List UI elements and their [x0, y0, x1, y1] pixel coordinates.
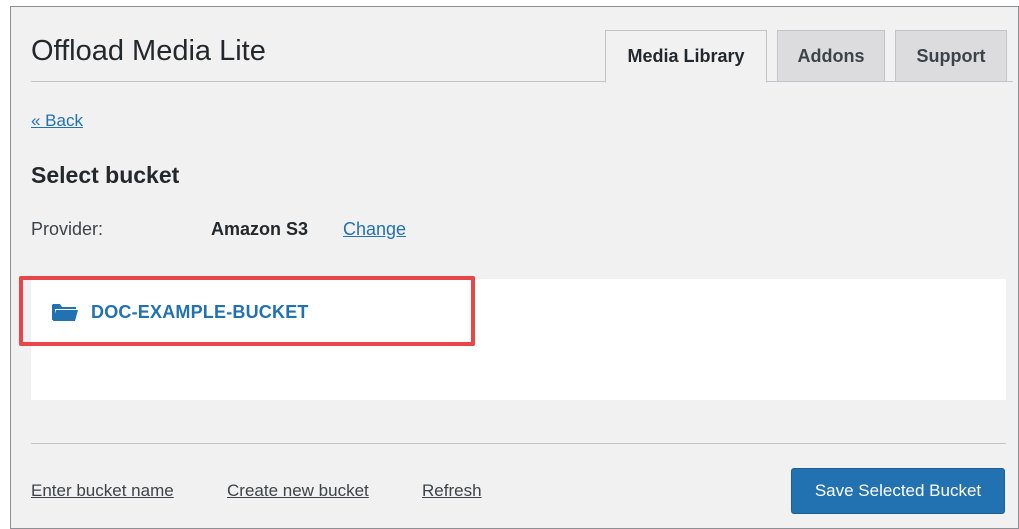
enter-bucket-name-link[interactable]: Enter bucket name	[31, 481, 174, 501]
save-selected-bucket-button[interactable]: Save Selected Bucket	[791, 468, 1005, 514]
bucket-item[interactable]: DOC-EXAMPLE-BUCKET	[51, 291, 309, 333]
bucket-list: DOC-EXAMPLE-BUCKET	[31, 279, 1006, 400]
tab-addons[interactable]: Addons	[777, 30, 885, 82]
page-title: Offload Media Lite	[31, 35, 266, 67]
create-new-bucket-link[interactable]: Create new bucket	[227, 481, 369, 501]
back-link[interactable]: « Back	[31, 111, 83, 131]
settings-frame: Offload Media Lite Media Library Addons …	[10, 6, 1019, 529]
bucket-name[interactable]: DOC-EXAMPLE-BUCKET	[91, 302, 309, 323]
provider-value: Amazon S3	[211, 219, 309, 239]
tab-media-library[interactable]: Media Library	[605, 30, 767, 83]
section-title: Select bucket	[31, 162, 180, 188]
folder-open-icon	[51, 302, 79, 322]
tab-support[interactable]: Support	[895, 30, 1007, 82]
change-provider-link[interactable]: Change	[343, 219, 406, 240]
provider-label: Provider:	[31, 219, 104, 239]
footer-divider	[31, 443, 1006, 444]
refresh-link[interactable]: Refresh	[422, 481, 482, 501]
